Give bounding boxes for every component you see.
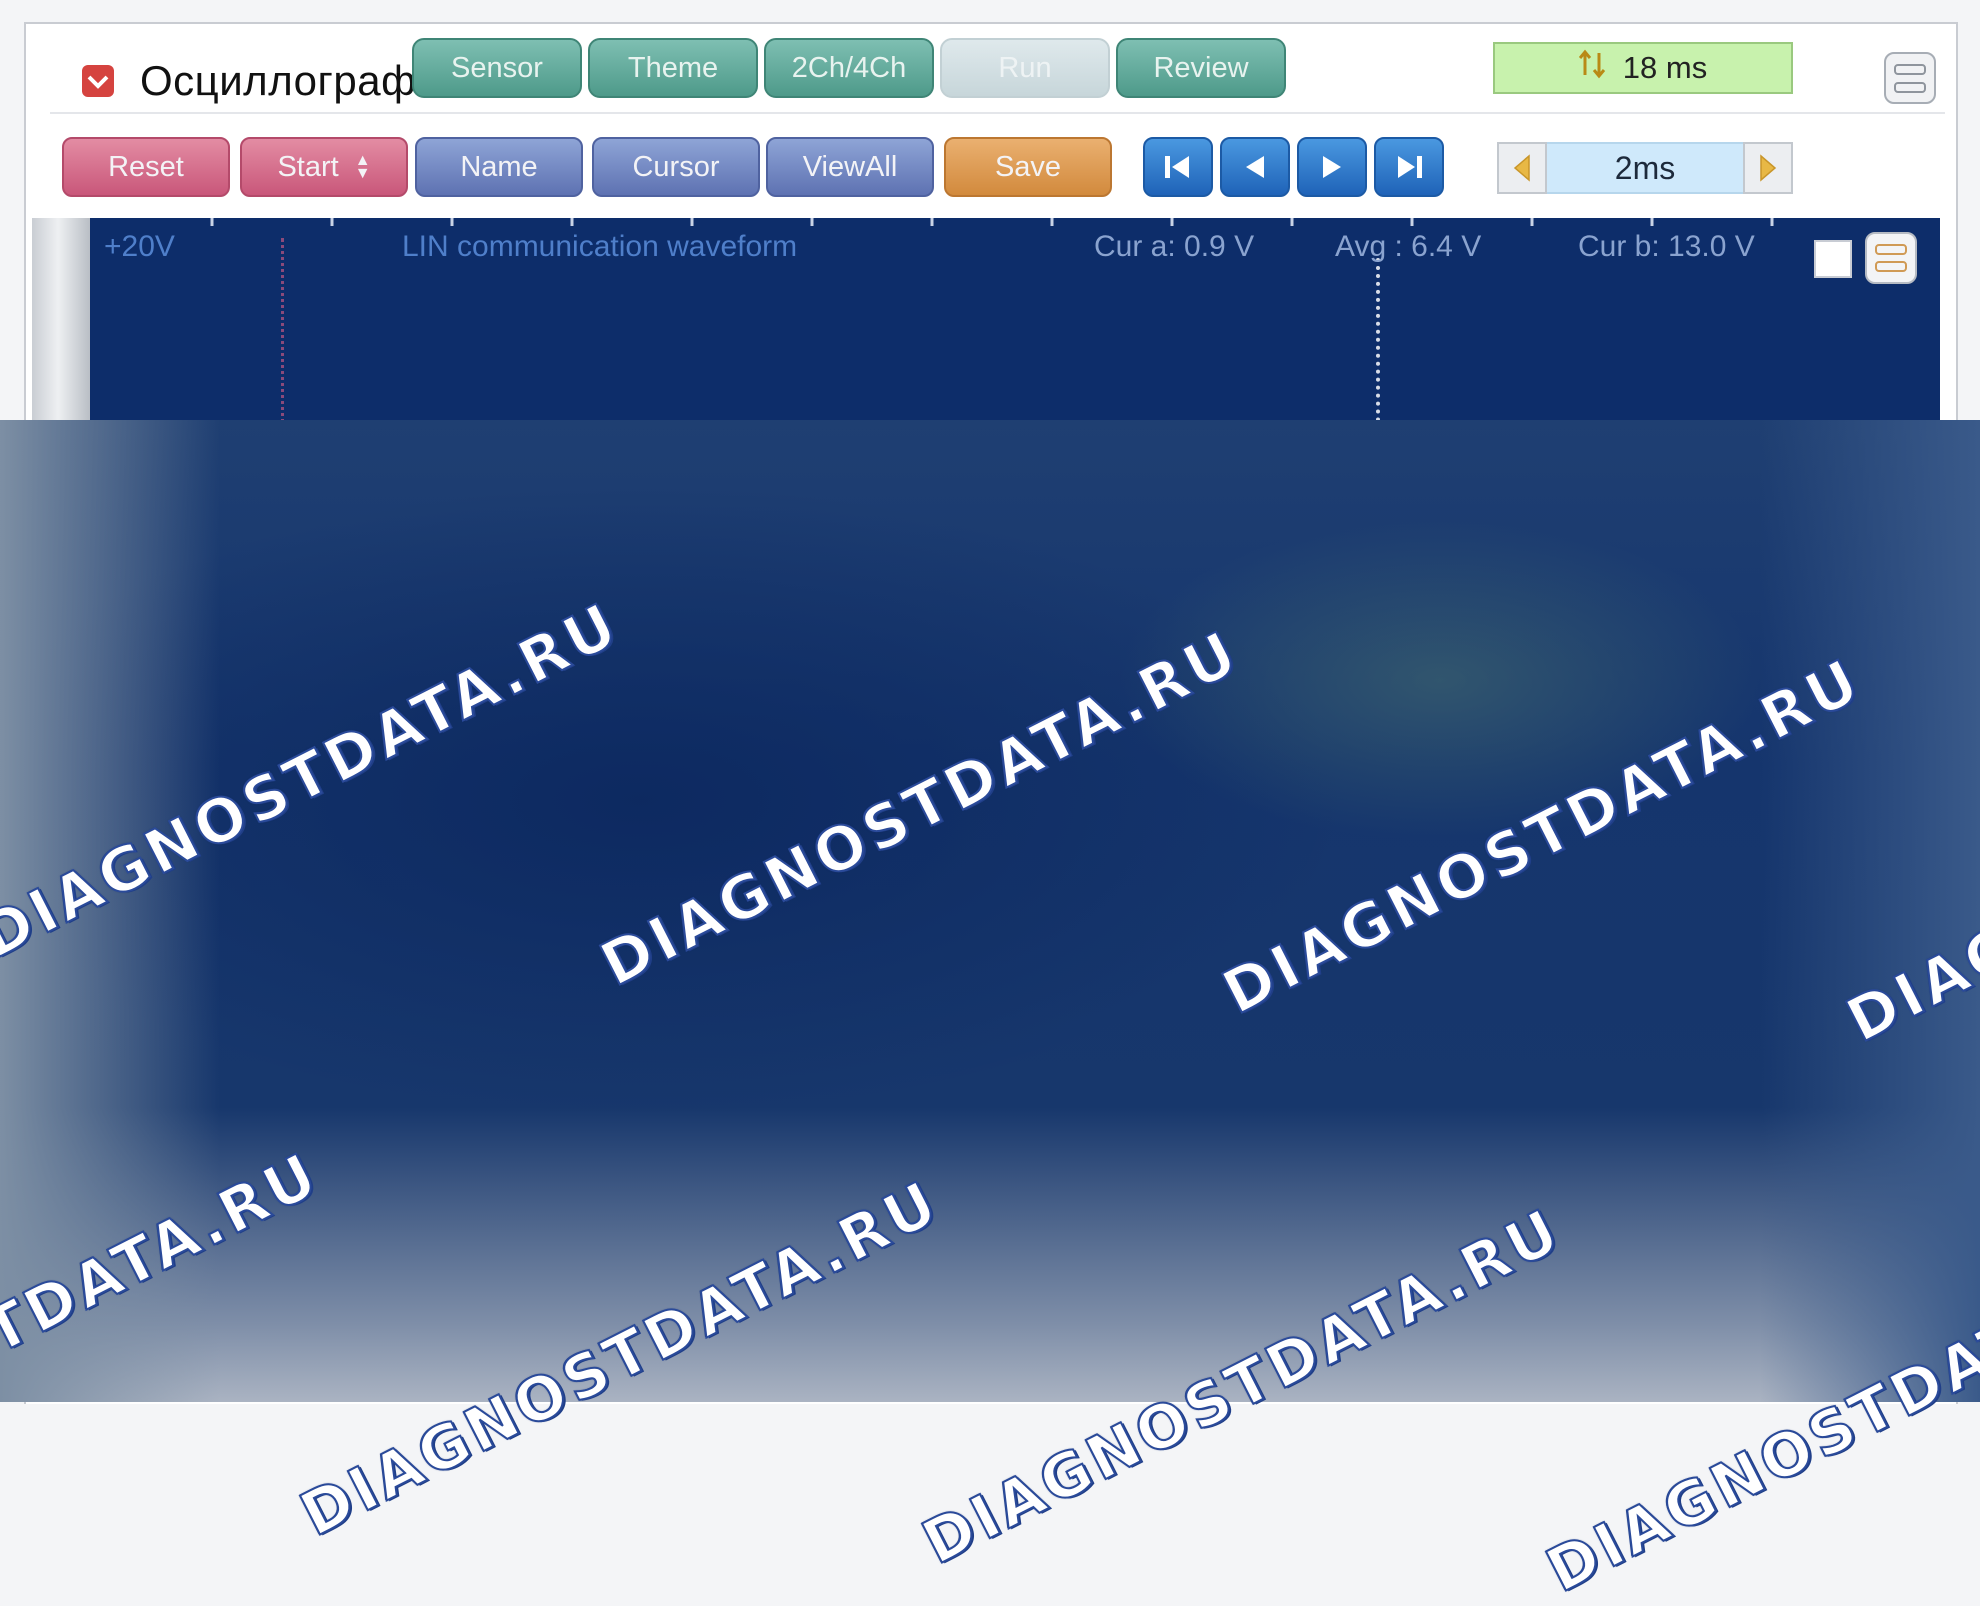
start-button[interactable]: Start ▲ ▼ (240, 137, 408, 197)
tab-run[interactable]: Run (940, 38, 1110, 98)
tab-review[interactable]: Review (1116, 38, 1286, 98)
first-icon[interactable] (1143, 137, 1213, 197)
view-all-button[interactable]: ViewAll (766, 137, 934, 197)
blurred-overlay: DIAGNOSTDATA.RU DIAGNOSTDATA.RU DIAGNOST… (0, 420, 1980, 1606)
timebase-value: 2ms (1547, 142, 1743, 194)
watermark: DIAGNOSTDATA.RU (589, 616, 1252, 1001)
app-title: Осциллограф (140, 57, 417, 104)
stepper-icon: ▲ ▼ (354, 152, 371, 182)
next-icon[interactable] (1297, 137, 1367, 197)
last-icon[interactable] (1374, 137, 1444, 197)
tab-sensor[interactable]: Sensor (412, 38, 582, 98)
header-divider (50, 112, 1945, 114)
timebase-stepper[interactable]: 2ms (1497, 142, 1793, 194)
app-logo-icon (78, 61, 118, 101)
tab-theme[interactable]: Theme (588, 38, 758, 98)
timebase-increase-icon[interactable] (1743, 142, 1793, 194)
cursor-b-readout: Cur b: 13.0 V (1578, 230, 1755, 263)
reset-button[interactable]: Reset (62, 137, 230, 197)
cursor-button[interactable]: Cursor (592, 137, 760, 197)
voltage-scale: +20V (104, 230, 175, 263)
timebase-decrease-icon[interactable] (1497, 142, 1547, 194)
prev-icon[interactable] (1220, 137, 1290, 197)
name-button[interactable]: Name (415, 137, 583, 197)
time-readout-value: 18 ms (1622, 50, 1708, 85)
time-readout: 18 ms (1493, 42, 1793, 94)
scope-checkbox[interactable] (1814, 240, 1852, 278)
menu-icon[interactable] (1884, 52, 1936, 104)
scope-top-ticks (210, 218, 1774, 226)
waveform-label: LIN communication waveform (402, 230, 798, 263)
start-button-label: Start (277, 150, 339, 183)
scope-menu-icon[interactable] (1865, 232, 1917, 284)
app-header: Осциллограф (56, 50, 428, 112)
average-readout: Avg : 6.4 V (1335, 230, 1482, 263)
watermark: DIAGNOSTDATA.RU (289, 1166, 952, 1551)
tab-channels[interactable]: 2Ch/4Ch (764, 38, 934, 98)
sort-icon (1578, 49, 1607, 87)
watermark: DIAGNOSTDATA.RU (911, 1194, 1574, 1579)
cursor-a-readout: Cur a: 0.9 V (1094, 230, 1255, 263)
save-button[interactable]: Save (944, 137, 1112, 197)
